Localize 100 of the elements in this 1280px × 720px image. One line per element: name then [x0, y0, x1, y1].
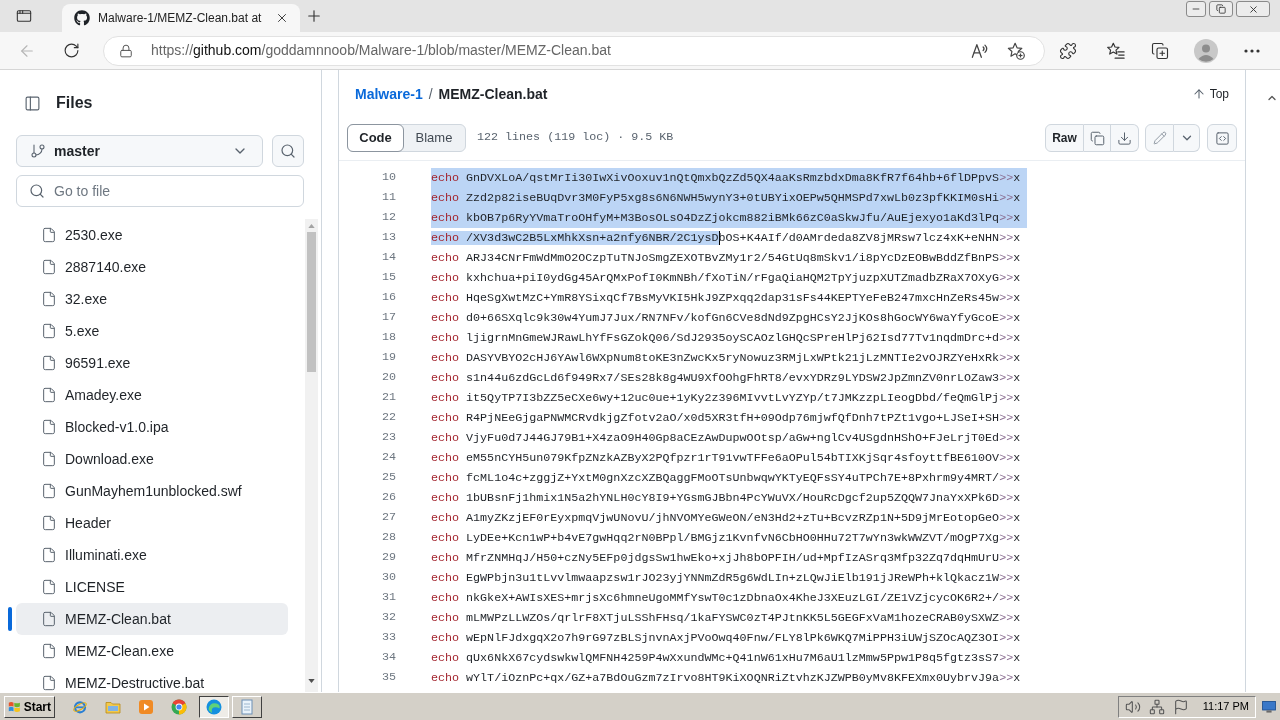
play-tile-icon[interactable]	[138, 698, 154, 715]
line-number: 31	[380, 589, 396, 607]
view-tab[interactable]: Blame	[403, 125, 465, 151]
search-icon	[29, 183, 45, 199]
code-line: echo wYlT/iOznPc+qx/GZ+a7BdOuGzm7zIrvo8HT9KiXOQNRiZtvhzKJZWPB0yMv8KFEXmx0UybrvJ9a>>x	[431, 670, 1021, 687]
download-button[interactable]	[1111, 124, 1139, 152]
file-item[interactable]: 2530.exe	[16, 219, 288, 251]
browser-tab[interactable]: Malware-1/MEMZ-Clean.bat at	[62, 4, 300, 32]
favorites-icon	[1107, 41, 1125, 60]
taskbar-button[interactable]	[199, 695, 229, 718]
file-item[interactable]: GunMayhem1unblocked.swf	[16, 475, 288, 507]
code-line: echo ljigrnMnGmeWJRawLhYfFsGZokQ06/SdJ2935oySCAOzlGHQcSPreHlPj62Isd77Tv1nqdmDrc+d>>x	[431, 330, 1021, 347]
start-button[interactable]: Start	[4, 695, 55, 718]
code-line: echo fcML1o4c+zggjZ+YxtM0gnXzcXZBQaggFMoOTsUnbwqwYKTyEQFsSY4uTPCh7E+8Pxhrm9y4MRT/>>x	[431, 470, 1021, 487]
file-item[interactable]: 5.exe	[16, 315, 288, 347]
line-number: 18	[380, 329, 396, 347]
code-line: echo eM55nCYH5un079KfpZNzkAZByX2PQfpzr1rT91vwTFFe6aOPul54bTIXKjSqr4sfoyttfBE610OV>>x	[431, 450, 1021, 467]
top-link[interactable]: Top	[1191, 85, 1229, 103]
side-panel-icon	[23, 94, 41, 112]
file-item[interactable]: MEMZ-Clean.exe	[16, 635, 288, 667]
show-desktop-icon[interactable]	[1262, 700, 1276, 713]
raw-button[interactable]: Raw	[1045, 124, 1084, 152]
file-item[interactable]: MEMZ-Destructive.bat	[16, 667, 288, 692]
line-number: 35	[380, 669, 396, 687]
network-icon[interactable]	[1148, 698, 1165, 715]
file-icon	[41, 579, 57, 595]
line-number: 13	[380, 229, 396, 247]
ringed-globe-icon[interactable]	[72, 698, 88, 715]
restore-icon	[1216, 4, 1226, 14]
file-stats: 122 lines (119 loc) · 9.5 KB	[477, 129, 674, 147]
line-number: 20	[380, 369, 396, 387]
file-item[interactable]: 96591.exe	[16, 347, 288, 379]
close-window-button[interactable]	[1236, 1, 1270, 17]
document-icon	[239, 698, 255, 715]
lock-icon	[119, 43, 133, 58]
flag-icon[interactable]	[1172, 698, 1189, 715]
file-item[interactable]: 2887140.exe	[16, 251, 288, 283]
code-square-icon	[1214, 130, 1230, 146]
speaker-icon[interactable]	[1124, 698, 1141, 715]
line-number: 32	[380, 609, 396, 627]
line-number: 29	[380, 549, 396, 567]
symbols-panel-button[interactable]	[1207, 124, 1237, 152]
file-item[interactable]: LICENSE	[16, 571, 288, 603]
more-icon	[1244, 48, 1260, 53]
line-number: 30	[380, 569, 396, 587]
add-favorite-icon[interactable]	[1007, 41, 1025, 60]
file-icon	[41, 355, 57, 371]
file-icon	[41, 515, 57, 531]
line-number: 21	[380, 389, 396, 407]
file-icon	[41, 675, 57, 691]
line-number: 27	[380, 509, 396, 527]
line-number: 33	[380, 629, 396, 647]
line-number: 12	[380, 209, 396, 227]
scroll-up-arrow-icon[interactable]	[308, 224, 315, 228]
puzzle-icon	[1059, 41, 1077, 60]
avatar-icon	[1194, 38, 1218, 63]
file-item[interactable]: Download.exe	[16, 443, 288, 475]
file-icon	[41, 419, 57, 435]
line-number: 28	[380, 529, 396, 547]
file-item[interactable]: Amadey.exe	[16, 379, 288, 411]
code-line: echo MfrZNMHqJ/H50+czNy5EFp0jdgsSw1hwEko+xjJh8bOPFIH/ud+MpfIzASrq3Mfp32Zq7dqHmUrU>>x	[431, 550, 1021, 567]
code-line: echo nkGkeX+AWIsXES+mrjsXc6hmneUgoMMfYswT0c1zDbnaOx4KheJ3XEuzLGI/ZE1VZjcycOK6R2+/>>x	[431, 590, 1021, 607]
code-line: echo d0+66SXqlc9k30w4YumJ7Jux/RN7NFv/kofGn6CVe8dNd9ZpgHCsY2JjKOs8hGocWY6waYfyGcoE>>x	[431, 310, 1021, 327]
line-number: 25	[380, 469, 396, 487]
active-indicator	[8, 607, 12, 631]
copy-icon	[1089, 130, 1105, 146]
code-line: echo R4PjNEeGjgaPNWMCRvdkjgZfotv2aO/x0d5XR3tfH+09Odp76mjwfQfDnh7tPZt1vgo+LJSeI+SH>>x	[431, 410, 1021, 427]
file-item[interactable]: MEMZ-Clean.bat	[16, 603, 288, 635]
file-search-field[interactable]: Go to file	[16, 175, 304, 207]
copy-button[interactable]	[1084, 124, 1111, 152]
file-icon	[41, 291, 57, 307]
search-button[interactable]	[272, 135, 304, 167]
code-line: echo LyDEe+Kcn1wP+b4vE7gwHqq2rN0BPpl/BMGjz1KvnfvN6CbHO0HHu72T7wYn3wkWWZVT/mOgP7Xg>>x	[431, 530, 1021, 547]
circle-logo-icon[interactable]	[171, 698, 187, 715]
scrollbar-thumb[interactable]	[307, 232, 316, 372]
file-item[interactable]: 32.exe	[16, 283, 288, 315]
line-number: 24	[380, 449, 396, 467]
scroll-down-arrow-icon[interactable]	[308, 679, 315, 683]
restore-button[interactable]	[1209, 1, 1233, 17]
minimize-button[interactable]	[1186, 1, 1206, 17]
file-item[interactable]: Header	[16, 507, 288, 539]
branch-selector[interactable]: master	[16, 135, 263, 167]
code-line: echo VjyFu0d7J44GJ79B1+X4zaO9H40Gp8aCEzAwDupwOOtsp/aGw+nglCv4USgdnHShO+FJeLrjT0Ed>>x	[431, 430, 1021, 447]
address-bar[interactable]: https://github.com/goddamnnoob/Malware-1/blob/master/MEMZ-Clean.bat	[103, 35, 1045, 66]
file-item[interactable]: Illuminati.exe	[16, 539, 288, 571]
code-line: echo s1n44u6zdGcLd6f949Rx7/SEs28k8g4WU9XfOOhgFhRT8/evxYDRz9LYDSW2JpZmnZV0nrLOZaw3>>x	[431, 370, 1021, 387]
file-icon	[41, 387, 57, 403]
github-logo-icon	[74, 10, 90, 26]
file-icon	[41, 259, 57, 275]
code-line: echo HqeSgXwtMzC+YmR8YSixqCf7BsMyVKI5HkJ9ZPxqq2dap31sFs44KEPTYeFeB247mxcHnZeRs45w>>x	[431, 290, 1021, 307]
scrollbar[interactable]	[305, 219, 318, 692]
close-icon	[275, 11, 289, 25]
file-icon	[41, 227, 57, 243]
refresh-icon	[62, 42, 80, 59]
repo-link[interactable]: Malware-1	[355, 83, 423, 105]
view-tab[interactable]: Code	[347, 124, 404, 152]
file-icon	[41, 611, 57, 627]
plus-icon	[305, 7, 323, 25]
file-item[interactable]: Blocked-v1.0.ipa	[16, 411, 288, 443]
line-number: 19	[380, 349, 396, 367]
